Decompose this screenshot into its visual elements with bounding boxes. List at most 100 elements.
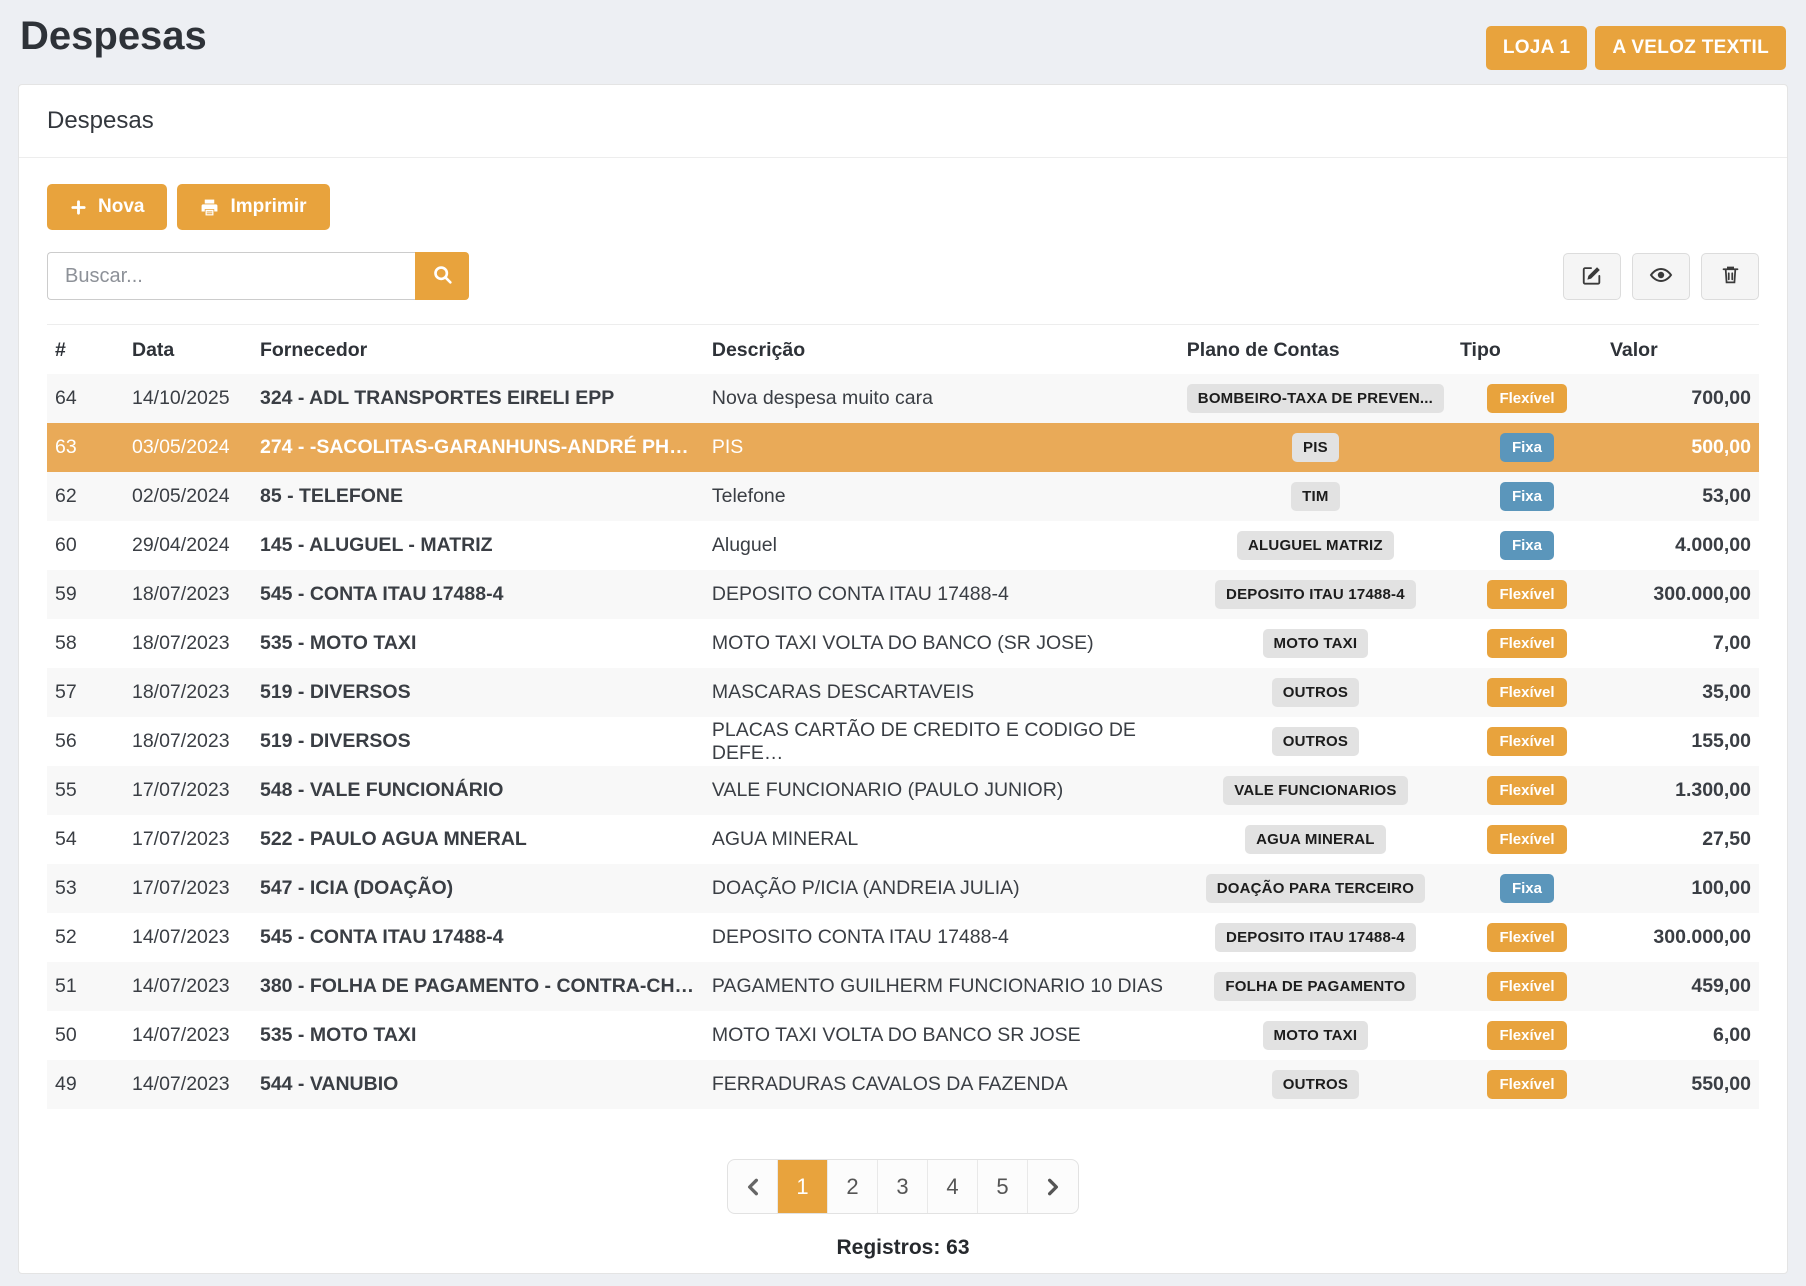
plan-badge: TIM — [1291, 482, 1339, 511]
table-row[interactable]: 59 18/07/2023 545 - CONTA ITAU 17488-4 D… — [47, 570, 1759, 619]
store-button[interactable]: LOJA 1 — [1486, 26, 1588, 70]
table-row[interactable]: 64 14/10/2025 324 - ADL TRANSPORTES EIRE… — [47, 374, 1759, 423]
table-row[interactable]: 54 17/07/2023 522 - PAULO AGUA MNERAL AG… — [47, 815, 1759, 864]
row-description: Telefone — [704, 472, 1179, 521]
row-supplier: 145 - ALUGUEL - MATRIZ — [252, 521, 704, 570]
new-expense-button[interactable]: Nova — [47, 184, 167, 230]
pagination-page-5[interactable]: 5 — [978, 1160, 1028, 1213]
row-description: DEPOSITO CONTA ITAU 17488-4 — [704, 913, 1179, 962]
table-row[interactable]: 50 14/07/2023 535 - MOTO TAXI MOTO TAXI … — [47, 1011, 1759, 1060]
search-icon — [432, 264, 453, 288]
row-type-cell: Flexível — [1452, 1060, 1602, 1109]
row-id: 54 — [47, 815, 124, 864]
row-plan-cell: OUTROS — [1179, 668, 1452, 717]
records-count: Registros: 63 — [47, 1236, 1759, 1260]
search-button[interactable] — [415, 252, 469, 300]
pagination-prev-button[interactable] — [728, 1160, 778, 1213]
header-buttons: LOJA 1 A VELOZ TEXTIL — [1486, 26, 1786, 70]
row-plan-cell: TIM — [1179, 472, 1452, 521]
row-id: 50 — [47, 1011, 124, 1060]
table-row[interactable]: 60 29/04/2024 145 - ALUGUEL - MATRIZ Alu… — [47, 521, 1759, 570]
pagination-page-1[interactable]: 1 — [778, 1160, 828, 1213]
row-value: 53,00 — [1602, 472, 1759, 521]
row-type-cell: Flexível — [1452, 374, 1602, 423]
row-date: 17/07/2023 — [124, 766, 252, 815]
printer-icon — [200, 198, 219, 217]
row-description: Nova despesa muito cara — [704, 374, 1179, 423]
row-date: 29/04/2024 — [124, 521, 252, 570]
row-value: 700,00 — [1602, 374, 1759, 423]
row-type-cell: Flexível — [1452, 717, 1602, 766]
row-id: 59 — [47, 570, 124, 619]
row-id: 51 — [47, 962, 124, 1011]
pagination-next-button[interactable] — [1028, 1160, 1078, 1213]
view-button[interactable] — [1632, 253, 1690, 300]
row-type-cell: Flexível — [1452, 570, 1602, 619]
pencil-square-icon — [1581, 264, 1603, 289]
row-description: PLACAS CARTÃO DE CREDITO E CODIGO DE DEF… — [704, 717, 1179, 766]
table-row[interactable]: 62 02/05/2024 85 - TELEFONE Telefone TIM… — [47, 472, 1759, 521]
row-date: 17/07/2023 — [124, 815, 252, 864]
table-row[interactable]: 53 17/07/2023 547 - ICIA (DOAÇÃO) DOAÇÃO… — [47, 864, 1759, 913]
type-badge: Fixa — [1500, 874, 1554, 903]
row-supplier: 519 - DIVERSOS — [252, 717, 704, 766]
row-description: AGUA MINERAL — [704, 815, 1179, 864]
pagination-page-3[interactable]: 3 — [878, 1160, 928, 1213]
plan-badge: OUTROS — [1272, 678, 1359, 707]
expenses-card: Despesas Nova Imprimir — [18, 84, 1788, 1274]
table-row[interactable]: 55 17/07/2023 548 - VALE FUNCIONÁRIO VAL… — [47, 766, 1759, 815]
row-description: FERRADURAS CAVALOS DA FAZENDA — [704, 1060, 1179, 1109]
row-date: 03/05/2024 — [124, 423, 252, 472]
page-title: Despesas — [20, 14, 207, 59]
table-row[interactable]: 57 18/07/2023 519 - DIVERSOS MASCARAS DE… — [47, 668, 1759, 717]
table-row[interactable]: 49 14/07/2023 544 - VANUBIO FERRADURAS C… — [47, 1060, 1759, 1109]
row-value: 7,00 — [1602, 619, 1759, 668]
row-description: VALE FUNCIONARIO (PAULO JUNIOR) — [704, 766, 1179, 815]
row-id: 49 — [47, 1060, 124, 1109]
row-supplier: 545 - CONTA ITAU 17488-4 — [252, 913, 704, 962]
row-value: 155,00 — [1602, 717, 1759, 766]
delete-button[interactable] — [1701, 253, 1759, 300]
edit-button[interactable] — [1563, 253, 1621, 300]
row-supplier: 535 - MOTO TAXI — [252, 619, 704, 668]
type-badge: Flexível — [1487, 776, 1566, 805]
row-supplier: 535 - MOTO TAXI — [252, 1011, 704, 1060]
plan-badge: MOTO TAXI — [1263, 1021, 1369, 1050]
row-description: MOTO TAXI VOLTA DO BANCO (SR JOSE) — [704, 619, 1179, 668]
type-badge: Fixa — [1500, 482, 1554, 511]
row-date: 17/07/2023 — [124, 864, 252, 913]
row-supplier: 519 - DIVERSOS — [252, 668, 704, 717]
table-row[interactable]: 51 14/07/2023 380 - FOLHA DE PAGAMENTO -… — [47, 962, 1759, 1011]
row-description: PIS — [704, 423, 1179, 472]
plan-badge: AGUA MINERAL — [1245, 825, 1386, 854]
row-plan-cell: OUTROS — [1179, 1060, 1452, 1109]
row-supplier: 324 - ADL TRANSPORTES EIRELI EPP — [252, 374, 704, 423]
row-id: 58 — [47, 619, 124, 668]
row-value: 459,00 — [1602, 962, 1759, 1011]
print-label: Imprimir — [230, 196, 306, 218]
column-header-date: Data — [124, 325, 252, 375]
row-date: 14/07/2023 — [124, 1060, 252, 1109]
row-supplier: 547 - ICIA (DOAÇÃO) — [252, 864, 704, 913]
print-button[interactable]: Imprimir — [177, 184, 329, 230]
pagination-page-4[interactable]: 4 — [928, 1160, 978, 1213]
company-button[interactable]: A VELOZ TEXTIL — [1595, 26, 1786, 70]
type-badge: Flexível — [1487, 825, 1566, 854]
row-plan-cell: MOTO TAXI — [1179, 1011, 1452, 1060]
plan-badge: ALUGUEL MATRIZ — [1237, 531, 1394, 560]
toolbar: Nova Imprimir — [47, 184, 1759, 230]
row-date: 02/05/2024 — [124, 472, 252, 521]
table-row[interactable]: 63 03/05/2024 274 - -SACOLITAS-GARANHUNS… — [47, 423, 1759, 472]
row-value: 4.000,00 — [1602, 521, 1759, 570]
search-group — [47, 252, 469, 300]
pagination-page-2[interactable]: 2 — [828, 1160, 878, 1213]
row-date: 18/07/2023 — [124, 570, 252, 619]
table-row[interactable]: 58 18/07/2023 535 - MOTO TAXI MOTO TAXI … — [47, 619, 1759, 668]
row-plan-cell: PIS — [1179, 423, 1452, 472]
row-plan-cell: DOAÇÃO PARA TERCEIRO — [1179, 864, 1452, 913]
table-row[interactable]: 56 18/07/2023 519 - DIVERSOS PLACAS CART… — [47, 717, 1759, 766]
row-id: 64 — [47, 374, 124, 423]
table-row[interactable]: 52 14/07/2023 545 - CONTA ITAU 17488-4 D… — [47, 913, 1759, 962]
row-description: Aluguel — [704, 521, 1179, 570]
search-input[interactable] — [47, 252, 415, 300]
